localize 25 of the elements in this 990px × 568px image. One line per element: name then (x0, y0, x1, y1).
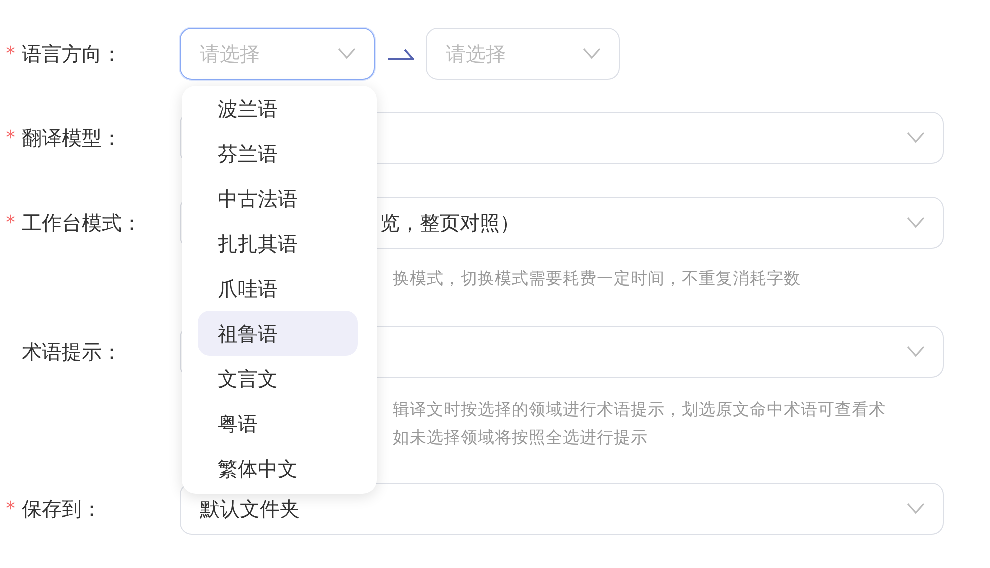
dropdown-option[interactable]: 爪哇语 (198, 266, 358, 311)
chevron-down-icon (907, 346, 925, 358)
select-field[interactable]: 默认文件夹 (180, 483, 944, 535)
required-asterisk: * (6, 42, 16, 67)
dropdown-option[interactable]: 文言文 (198, 356, 358, 401)
required-asterisk: * (6, 496, 16, 522)
field-label: 保存到： (22, 496, 102, 523)
field-label: 工作台模式： (22, 210, 142, 237)
dropdown-option[interactable]: 祖鲁语 (198, 311, 358, 356)
dropdown-option[interactable]: 粤语 (198, 401, 358, 446)
chevron-down-icon (338, 48, 356, 60)
help-text: 换模式，切换模式需要耗费一定时间，不重复消耗字数 (393, 268, 801, 290)
chevron-down-icon (907, 503, 925, 515)
field-label: 翻译模型： (22, 125, 122, 152)
help-text: 辑译文时按选择的领域进行术语提示，划选原文命中术语可查看术 (393, 399, 886, 421)
field-label: 术语提示： (22, 339, 122, 366)
chevron-down-icon (907, 132, 925, 144)
required-asterisk: * (6, 126, 16, 151)
field-label: 语言方向： (22, 41, 122, 68)
help-text: 如未选择领域将按照全选进行提示 (393, 427, 648, 449)
required-asterisk: * (6, 210, 16, 236)
dropdown-option[interactable]: 芬兰语 (198, 131, 358, 176)
dropdown-option[interactable]: 波兰语 (198, 86, 358, 131)
chevron-down-icon (907, 217, 925, 229)
chevron-down-icon (583, 48, 601, 60)
